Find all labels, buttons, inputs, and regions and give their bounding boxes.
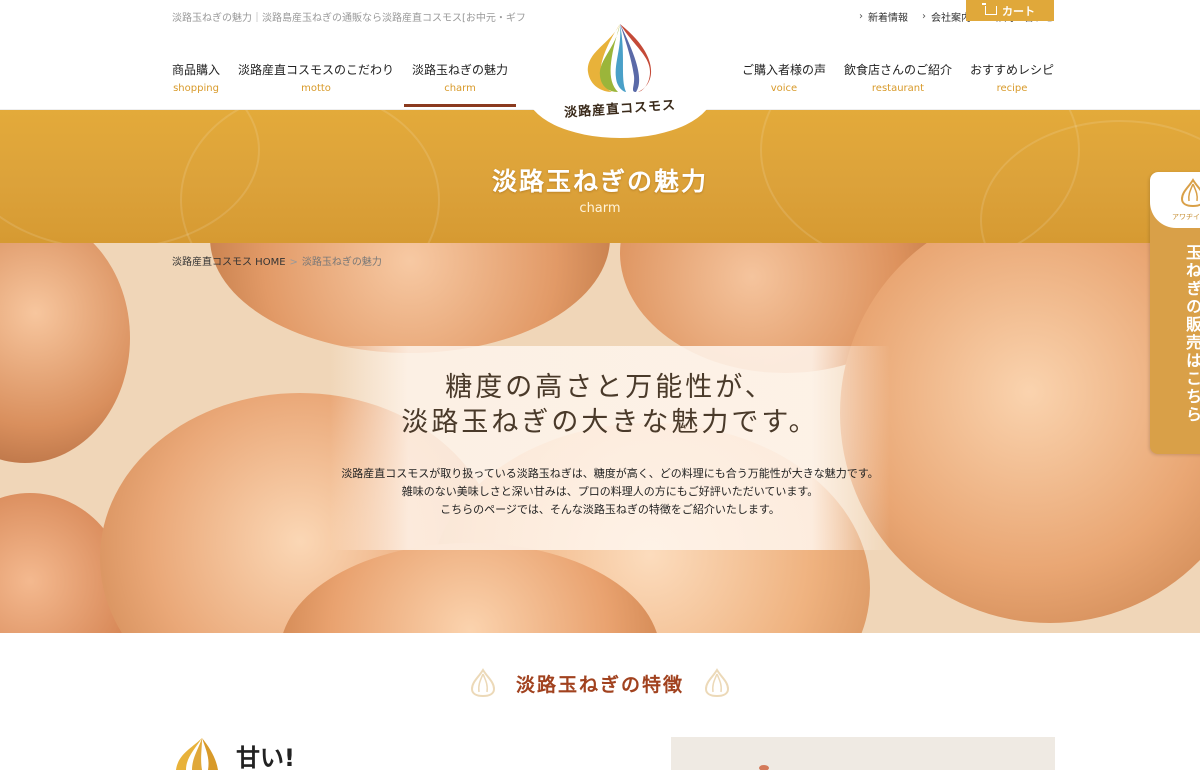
hero-heading: 糖度の高さと万能性が、 淡路玉ねぎの大きな魅力です。: [330, 370, 890, 440]
page-subtitle: charm: [579, 201, 621, 216]
features-heading: 淡路玉ねぎの特徴: [0, 668, 1200, 698]
onion-logo-icon: [1180, 178, 1200, 208]
chevron-right-icon: ›: [922, 11, 926, 22]
onion-logo-icon: [176, 738, 218, 770]
nav-label-en: charm: [444, 83, 476, 94]
hero-body-line: 雑味のない美味しさと深い甘みは、プロの料理人の方にもご好評いただいています。: [401, 485, 819, 498]
cart-button[interactable]: カート: [966, 0, 1054, 21]
nav-label-jp: 淡路産直コスモスのこだわり: [238, 63, 395, 77]
features-title: 淡路玉ねぎの特徴: [515, 673, 684, 696]
main-nav-right: ご購入者様の声 voice 飲食店さんのご紹介 restaurant おすすめレ…: [742, 62, 1054, 107]
nav-label-en: restaurant: [871, 83, 925, 94]
hero-heading-line: 淡路玉ねぎの大きな魅力です。: [401, 407, 819, 438]
onion-sales-side-tab[interactable]: アワヂイ 玉ねぎの販売はこちら: [1150, 172, 1200, 454]
breadcrumb-home-link[interactable]: 淡路産直コスモス HOME: [172, 257, 286, 268]
cart-icon: [982, 3, 997, 15]
nav-item-restaurant[interactable]: 飲食店さんのご紹介 restaurant: [844, 62, 952, 107]
nav-label-jp: 商品購入: [172, 63, 221, 77]
image-detail: [759, 765, 769, 770]
side-tab-label: 玉ねぎの販売はこちら: [1183, 244, 1200, 424]
side-tab-header: アワヂイ: [1150, 172, 1200, 228]
onion-outline-icon: [470, 668, 495, 698]
hero-body-line: こちらのページでは、そんな淡路玉ねぎの特徴をご紹介いたします。: [440, 503, 780, 516]
nav-label-en: recipe: [996, 83, 1028, 94]
nav-item-recipe[interactable]: おすすめレシピ recipe: [970, 62, 1054, 107]
onion-outline-icon: [704, 668, 730, 698]
util-link-news[interactable]: › 新着情報: [859, 9, 908, 24]
feature-item-title: 甘い!: [236, 744, 295, 770]
chevron-right-icon: ›: [859, 11, 863, 22]
breadcrumb-separator: >: [289, 257, 298, 268]
nav-label-jp: 淡路玉ねぎの魅力: [412, 63, 509, 77]
page-title: 淡路玉ねぎの魅力: [491, 167, 708, 196]
side-tab-mini-label: アワヂイ: [1172, 213, 1200, 221]
nav-label-jp: おすすめレシピ: [969, 63, 1054, 77]
nav-label-jp: 飲食店さんのご紹介: [843, 63, 952, 77]
hero-description: 淡路産直コスモスが取り扱っている淡路玉ねぎは、糖度が高く、どの料理にも合う万能性…: [300, 465, 920, 519]
nav-item-charm[interactable]: 淡路玉ねぎの魅力 charm: [404, 62, 517, 107]
nav-item-voice[interactable]: ご購入者様の声 voice: [742, 62, 826, 107]
nav-label-en: motto: [301, 83, 331, 94]
nav-item-shopping[interactable]: 商品購入 shopping: [172, 62, 220, 107]
cart-label: カート: [1002, 4, 1035, 18]
breadcrumb: 淡路産直コスモス HOME > 淡路玉ねぎの魅力: [172, 253, 382, 268]
util-link-label: 新着情報: [868, 13, 908, 24]
util-link-label: 会社案内: [931, 13, 971, 24]
hero-body-line: 淡路産直コスモスが取り扱っている淡路玉ねぎは、糖度が高く、どの料理にも合う万能性…: [341, 467, 879, 480]
util-link-company[interactable]: › 会社案内: [922, 9, 971, 24]
nav-label-jp: ご購入者様の声: [741, 63, 826, 77]
feature-item-image: [671, 737, 1055, 770]
breadcrumb-current: 淡路玉ねぎの魅力: [301, 257, 382, 268]
hero-heading-line: 糖度の高さと万能性が、: [445, 372, 775, 403]
site-logo[interactable]: 淡路産直コスモス: [527, 0, 713, 138]
main-nav-left: 商品購入 shopping 淡路産直コスモスのこだわり motto 淡路玉ねぎの…: [172, 62, 517, 107]
nav-label-en: shopping: [173, 83, 219, 94]
hero-section: 淡路産直コスモス HOME > 淡路玉ねぎの魅力 糖度の高さと万能性が、 淡路玉ねぎ…: [0, 243, 1200, 633]
nav-label-en: voice: [770, 83, 798, 94]
nav-item-motto[interactable]: 淡路産直コスモスのこだわり motto: [238, 62, 394, 107]
